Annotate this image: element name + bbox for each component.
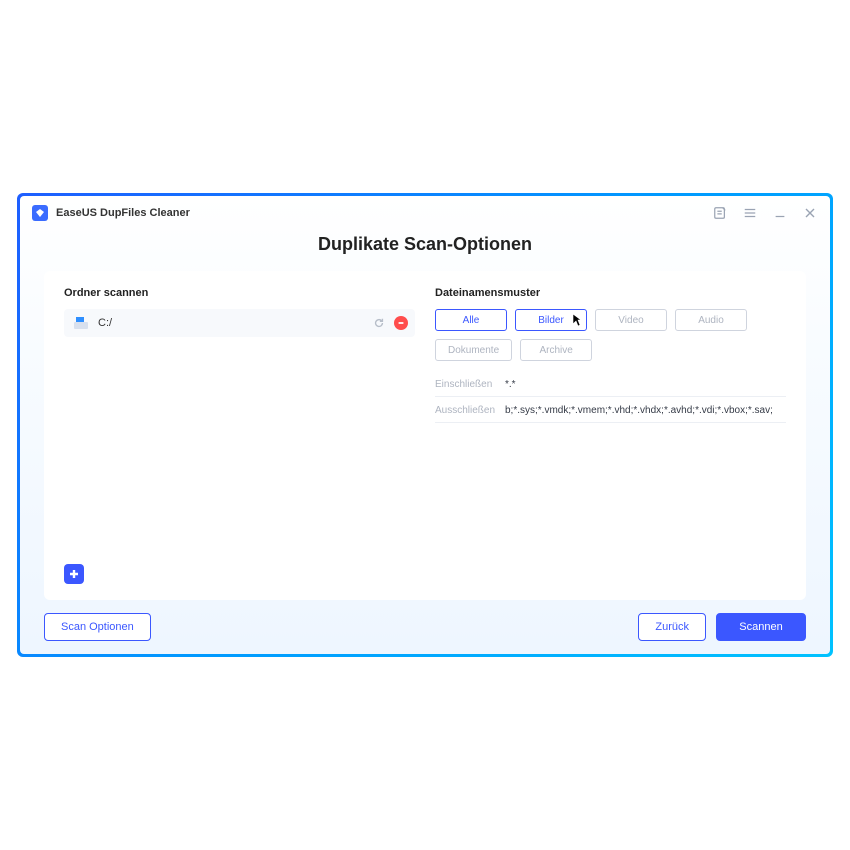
include-row[interactable]: Einschließen *.*	[435, 379, 786, 397]
note-icon[interactable]	[712, 205, 728, 221]
app-window: EaseUS DupFiles Cleaner Duplikate Scan-O…	[20, 196, 830, 654]
exclude-label: Ausschließen	[435, 405, 505, 416]
back-button[interactable]: Zurück	[638, 613, 706, 641]
main-panel: Ordner scannen C:/	[44, 271, 806, 600]
filter-all[interactable]: Alle	[435, 309, 507, 331]
mouse-cursor-icon	[572, 313, 582, 327]
filter-documents[interactable]: Dokumente	[435, 339, 512, 361]
folder-list: C:/	[64, 309, 415, 584]
include-value: *.*	[505, 379, 516, 390]
include-label: Einschließen	[435, 379, 505, 390]
app-title: EaseUS DupFiles Cleaner	[56, 207, 190, 219]
scan-button[interactable]: Scannen	[716, 613, 806, 641]
footer: Scan Optionen Zurück Scannen	[20, 600, 830, 654]
close-icon[interactable]	[802, 205, 818, 221]
filter-archive[interactable]: Archive	[520, 339, 592, 361]
scan-folders-label: Ordner scannen	[64, 287, 415, 299]
app-logo-icon	[32, 205, 48, 221]
add-folder-button[interactable]	[64, 564, 84, 584]
filename-pattern-section: Dateinamensmuster Alle Bilder Video Audi…	[435, 287, 786, 584]
remove-folder-button[interactable]	[393, 315, 409, 331]
folder-row[interactable]: C:/	[64, 309, 415, 337]
filter-row: Alle Bilder Video Audio Dokumente Archiv…	[435, 309, 786, 361]
minus-icon	[394, 316, 408, 330]
minimize-icon[interactable]	[772, 205, 788, 221]
exclude-value: b;*.sys;*.vmdk;*.vmem;*.vhd;*.vhdx;*.avh…	[505, 405, 773, 416]
scan-options-button[interactable]: Scan Optionen	[44, 613, 151, 641]
menu-icon[interactable]	[742, 205, 758, 221]
page-heading: Duplikate Scan-Optionen	[20, 234, 830, 255]
filter-images[interactable]: Bilder	[515, 309, 587, 331]
filter-audio[interactable]: Audio	[675, 309, 747, 331]
window-frame: EaseUS DupFiles Cleaner Duplikate Scan-O…	[17, 193, 833, 657]
filter-video[interactable]: Video	[595, 309, 667, 331]
refresh-folder-icon[interactable]	[371, 315, 387, 331]
pattern-section-label: Dateinamensmuster	[435, 287, 786, 299]
exclude-row[interactable]: Ausschließen b;*.sys;*.vmdk;*.vmem;*.vhd…	[435, 405, 786, 423]
drive-icon	[74, 317, 88, 329]
folder-path: C:/	[98, 317, 365, 329]
scan-folders-section: Ordner scannen C:/	[64, 287, 415, 584]
titlebar: EaseUS DupFiles Cleaner	[20, 196, 830, 230]
